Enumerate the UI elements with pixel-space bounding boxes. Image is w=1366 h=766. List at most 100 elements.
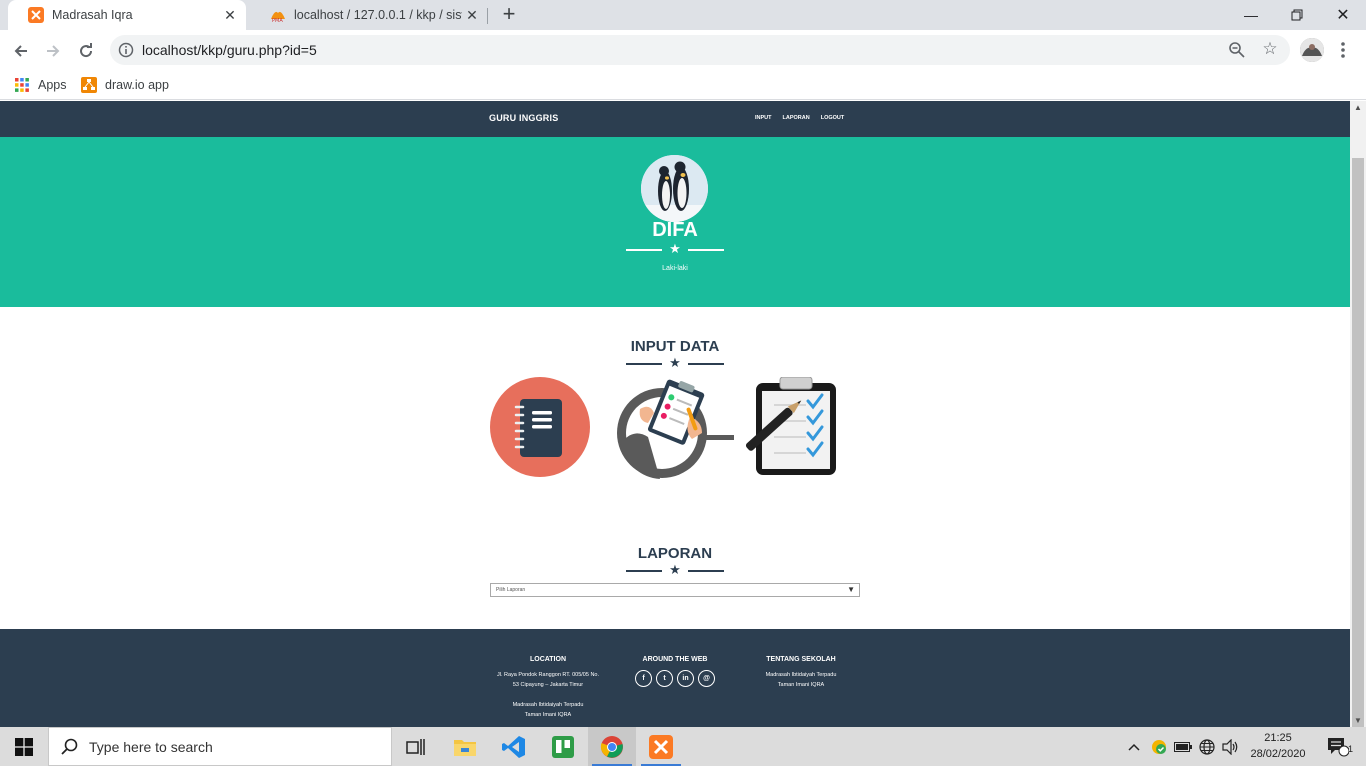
profile-avatar-image [641,155,708,222]
task-view-button[interactable] [392,727,440,766]
tab-madrasah-iqra[interactable]: Madrasah Iqra ✕ [8,0,246,30]
info-icon[interactable] [118,42,134,58]
close-tab-icon[interactable]: ✕ [220,5,240,25]
show-hidden-icons-button[interactable] [1124,727,1144,766]
trello-button[interactable] [539,727,587,766]
forward-button[interactable] [40,38,66,64]
windows-taskbar: Type here to search 21:25 28/02/2020 1 [0,727,1366,766]
laporan-title: LAPORAN [637,545,713,562]
new-tab-button[interactable]: + [498,3,520,26]
bookmark-star-icon[interactable]: ☆ [1260,39,1280,59]
profile-photo-icon [1300,38,1324,62]
page-scrollbar[interactable]: ▲ ▼ [1350,101,1366,764]
notification-icon [1328,737,1349,756]
chevron-up-icon [1128,743,1140,751]
profile-avatar[interactable] [1300,38,1324,62]
arrow-left-icon [14,45,27,57]
zoom-icon[interactable] [1228,41,1246,59]
xampp-icon [28,7,44,23]
checklist-pen-icon[interactable] [744,376,840,477]
site-footer: LOCATION Jl. Raya Pondok Ranggon RT. 005… [0,629,1350,727]
bookmarks-bar: Apps draw.io app [0,70,1366,100]
volume-tray-button[interactable] [1220,727,1242,766]
start-button[interactable] [0,727,48,766]
restore-button[interactable] [1274,0,1320,30]
star-divider: ★ [626,563,724,578]
clock-time: 21:25 [1264,732,1292,744]
taskbar-search-box[interactable]: Type here to search [48,727,392,766]
site-navbar: GURU INGGRIS INPUT LAPORAN LOGOUT [0,101,1350,137]
footer-location: LOCATION Jl. Raya Pondok Ranggon RT. 005… [478,656,618,720]
divider-line [688,570,724,572]
star-divider: ★ [626,356,724,371]
svg-text:PMA: PMA [272,18,283,23]
laporan-select[interactable]: Pilih Laporan ▼ [490,583,860,597]
close-tab-icon[interactable]: ✕ [462,5,482,25]
scroll-up-icon[interactable]: ▲ [1354,103,1362,112]
more-menu-icon[interactable] [1338,40,1348,60]
star-divider: ★ [626,241,724,257]
apps-grid-icon [15,78,29,92]
browser-toolbar: localhost/kkp/guru.php?id=5 ☆ [0,30,1366,70]
scroll-down-icon[interactable]: ▼ [1354,716,1362,725]
input-data-title: INPUT DATA [630,338,720,355]
penguin-photo-icon [641,155,708,222]
tab-title: localhost / 127.0.0.1 / kkp / siswa [294,8,462,22]
reload-button[interactable] [73,38,99,64]
clipboard-checklist-icon[interactable] [612,377,736,483]
nav-link-laporan[interactable]: LAPORAN [783,115,810,121]
clock-date: 28/02/2020 [1250,748,1306,760]
footer-school-line: Taman Imani IQRA [524,712,572,718]
footer-about: TENTANG SEKOLAH Madrasah Ibtidaiyah Terp… [741,656,861,690]
facebook-icon[interactable]: f [635,670,652,687]
restore-icon [1291,9,1303,21]
url-text[interactable]: localhost/kkp/guru.php?id=5 [142,42,317,58]
arrow-right-icon [47,45,60,57]
footer-address-line: Jl. Raya Pondok Ranggon RT. 005/05 No. [496,672,600,678]
navbar-links: INPUT LAPORAN LOGOUT [755,115,844,121]
reload-icon [80,43,93,58]
navbar-brand[interactable]: GURU INGGRIS [489,113,558,123]
globe-icon [1199,738,1215,755]
security-tray-button[interactable] [1148,727,1170,766]
security-check-icon [1152,739,1166,754]
bookmark-apps[interactable]: Apps [14,75,67,95]
chrome-icon [600,735,623,758]
network-tray-button[interactable] [1196,727,1218,766]
linkedin-icon[interactable]: in [677,670,694,687]
nav-link-logout[interactable]: LOGOUT [821,115,845,121]
address-bar[interactable]: localhost/kkp/guru.php?id=5 ☆ [110,35,1290,65]
taskbar-clock[interactable]: 21:25 28/02/2020 [1240,730,1316,762]
close-window-button[interactable]: ✕ [1320,0,1366,30]
star-icon: ★ [669,241,681,256]
tab-strip: Madrasah Iqra ✕ PMA localhost / 127.0.0.… [0,0,1366,30]
divider-line [688,363,724,365]
battery-tray-button[interactable] [1172,727,1194,766]
vscode-icon [502,735,525,758]
trello-icon [552,735,574,758]
file-explorer-button[interactable] [441,727,489,766]
footer-around-web: AROUND THE WEB f t in @ [620,656,730,687]
xampp-button[interactable] [637,727,685,766]
speaker-icon [1222,738,1238,755]
twitter-icon[interactable]: t [656,670,673,687]
xampp-taskbar-icon [649,734,673,759]
search-icon [61,738,78,755]
nav-link-input[interactable]: INPUT [755,115,772,121]
divider-line [626,363,662,365]
task-view-icon [406,738,425,755]
notebook-icon[interactable] [490,377,590,477]
back-button[interactable] [8,38,34,64]
footer-about-line: Madrasah Ibtidaiyah Terpadu [765,672,837,678]
action-center-button[interactable]: 1 [1318,727,1358,766]
bookmark-label: Apps [38,78,67,92]
minimize-button[interactable]: — [1228,0,1274,30]
scrollbar-thumb[interactable] [1352,158,1364,764]
bookmark-drawio[interactable]: draw.io app [81,75,169,95]
tab-phpmyadmin[interactable]: PMA localhost / 127.0.0.1 / kkp / siswa … [250,0,488,30]
chrome-button[interactable] [588,727,636,766]
divider-line [626,249,662,251]
vscode-button[interactable] [490,727,538,766]
dribbble-icon[interactable]: @ [698,670,715,687]
divider-line [626,570,662,572]
